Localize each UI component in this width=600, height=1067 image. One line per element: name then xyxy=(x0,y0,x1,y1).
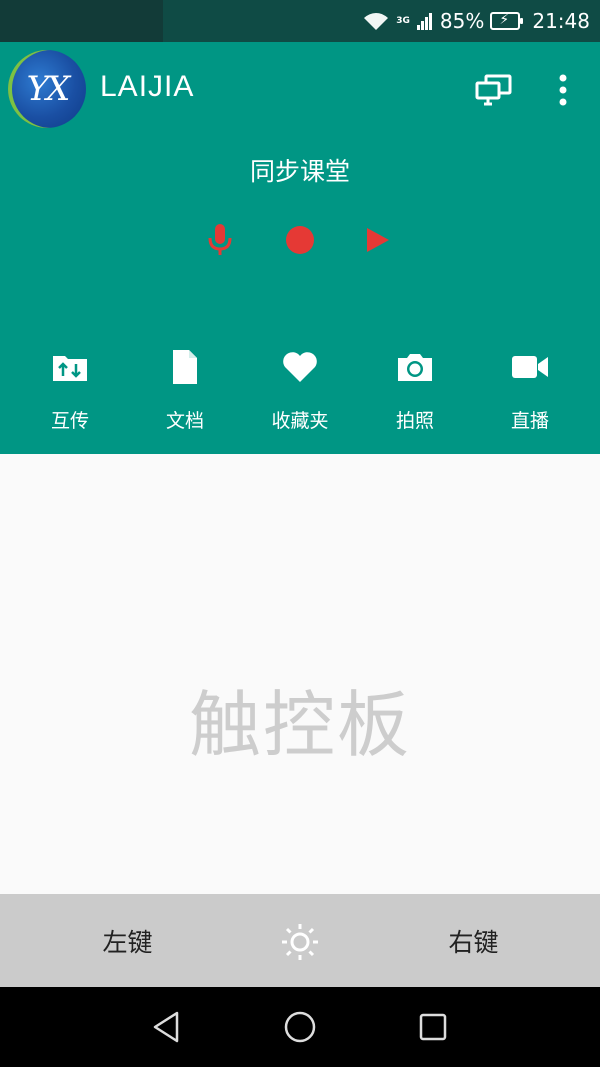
app-title: LAIJIA xyxy=(100,70,195,103)
brightness-icon[interactable] xyxy=(280,922,320,962)
signal-icon xyxy=(416,13,432,30)
left-click-button[interactable]: 左键 xyxy=(60,894,195,987)
media-controls xyxy=(0,220,600,260)
class-title: 同步课堂 xyxy=(249,157,350,186)
camera-icon xyxy=(398,354,432,381)
tool-live[interactable]: 直播 xyxy=(480,346,580,433)
tool-label: 互传 xyxy=(50,410,89,432)
video-camera-icon xyxy=(512,356,548,378)
status-bar-notification-area xyxy=(0,0,163,42)
battery-percent: 85% xyxy=(439,9,485,33)
touchpad-area[interactable]: 触控板 xyxy=(0,454,600,894)
battery-icon: ⚡ xyxy=(490,12,524,30)
tool-transfer[interactable]: 互传 xyxy=(20,346,120,433)
more-vert-icon[interactable] xyxy=(541,70,585,110)
transfer-folder-icon xyxy=(53,356,87,381)
tool-label: 文档 xyxy=(165,410,204,432)
status-bar-indicators: 3G 85% ⚡ 21:48 xyxy=(362,0,590,42)
tool-label: 收藏夹 xyxy=(271,410,329,432)
system-navigation-bar xyxy=(0,987,600,1067)
record-icon[interactable] xyxy=(278,220,322,260)
tool-document[interactable]: 文档 xyxy=(135,346,235,433)
wifi-icon xyxy=(364,13,389,30)
mic-icon[interactable] xyxy=(198,220,242,260)
touchpad-label: 触控板 xyxy=(188,683,411,767)
logo-text: YX xyxy=(26,69,71,109)
network-type: 3G xyxy=(396,15,410,26)
tool-bar: 互传 文档 收藏夹 拍照 直播 xyxy=(0,346,600,436)
tool-favorites[interactable]: 收藏夹 xyxy=(250,346,350,433)
tool-camera[interactable]: 拍照 xyxy=(365,346,465,433)
clock: 21:48 xyxy=(532,9,590,33)
recent-apps-icon[interactable] xyxy=(413,1007,453,1047)
status-bar: 3G 85% ⚡ 21:48 xyxy=(0,0,600,42)
right-click-button[interactable]: 右键 xyxy=(406,894,541,987)
document-icon xyxy=(173,350,197,384)
play-icon[interactable] xyxy=(356,220,400,260)
tool-label: 拍照 xyxy=(395,410,434,432)
app-header: YX LAIJIA 同步课堂 互传 文档 收藏夹 拍照 直播 xyxy=(0,42,600,454)
monitor-icon[interactable] xyxy=(472,70,516,110)
home-icon[interactable] xyxy=(280,1007,320,1047)
back-icon[interactable] xyxy=(146,1007,186,1047)
heart-icon xyxy=(283,352,317,382)
mouse-button-bar: 左键 右键 xyxy=(0,894,600,987)
tool-label: 直播 xyxy=(510,410,549,432)
app-logo: YX xyxy=(8,50,86,128)
